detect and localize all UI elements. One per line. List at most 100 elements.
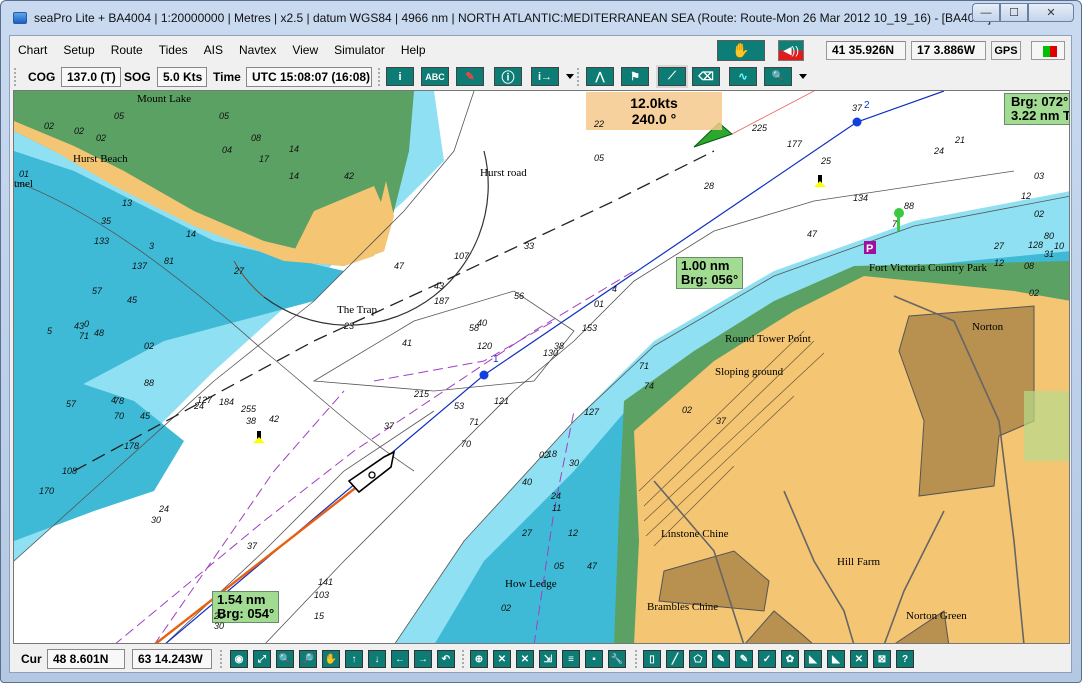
menu-setup[interactable]: Setup bbox=[63, 43, 94, 57]
minimize-button[interactable]: — bbox=[972, 3, 1000, 22]
depth-sounding: 56 bbox=[514, 291, 525, 301]
delete-mark-button[interactable]: ✕ bbox=[493, 650, 511, 668]
dropdown-arrow-icon[interactable] bbox=[566, 74, 574, 79]
toolbar-grip[interactable] bbox=[378, 68, 381, 86]
new-page-button[interactable]: ▯ bbox=[643, 650, 661, 668]
toolbar-grip[interactable] bbox=[220, 650, 223, 668]
abc-text-button[interactable]: ABC bbox=[421, 67, 449, 86]
menu-tides[interactable]: Tides bbox=[159, 43, 188, 57]
polygon-button[interactable]: ⬠ bbox=[689, 650, 707, 668]
pan-hand-button[interactable]: ✋ bbox=[322, 650, 340, 668]
depth-sounding: 22 bbox=[594, 119, 605, 129]
color-palette-icon: ✿ bbox=[785, 653, 795, 665]
eraser-button[interactable]: ⌫ bbox=[692, 67, 720, 86]
cog-label: COG bbox=[28, 70, 56, 84]
profile-export-button[interactable]: ◣ bbox=[827, 650, 845, 668]
gps-button[interactable]: GPS bbox=[991, 41, 1021, 60]
gps-status-green bbox=[1043, 46, 1050, 57]
arrow-down-button[interactable]: ↓ bbox=[368, 650, 386, 668]
depth-sounding: 30 bbox=[214, 621, 225, 631]
line-button[interactable]: ╱ bbox=[666, 650, 684, 668]
depth-sounding: 3 bbox=[149, 241, 155, 251]
polygon-icon: ⬠ bbox=[693, 653, 703, 665]
title-bar[interactable]: seaPro Lite + BA4004 | 1:20000000 | Metr… bbox=[1, 1, 1081, 35]
arrow-left-icon: ← bbox=[395, 653, 405, 665]
route-button[interactable]: ⟋ bbox=[656, 65, 688, 88]
depth-sounding: 88 bbox=[144, 378, 155, 388]
place-label: Norton Green bbox=[906, 610, 967, 622]
pen-button[interactable]: ✎ bbox=[456, 67, 484, 86]
zoom-out-button[interactable]: 🔎 bbox=[299, 650, 317, 668]
hand-pan-button[interactable]: ✋ bbox=[717, 40, 765, 61]
toolbar-grip[interactable] bbox=[14, 68, 17, 86]
depth-sounding: 08 bbox=[1024, 261, 1035, 271]
waypoint-2[interactable] bbox=[852, 117, 862, 127]
place-label: Round Tower Point bbox=[725, 333, 811, 345]
ais-heading: 240.0 ° bbox=[631, 111, 677, 127]
profile-delete-button[interactable]: ✕ bbox=[850, 650, 868, 668]
help-button[interactable]: ? bbox=[896, 650, 914, 668]
flag-button[interactable]: ⚑ bbox=[621, 67, 649, 86]
toolbar-grip[interactable] bbox=[462, 650, 465, 668]
chart-map[interactable]: P 12.0kts 240.0 ° 1.00 nm Brg: 056° 1.54… bbox=[13, 90, 1070, 644]
arrow-up-button[interactable]: ↑ bbox=[345, 650, 363, 668]
info-button[interactable]: i bbox=[386, 67, 414, 86]
green-hatched-area bbox=[1024, 391, 1069, 461]
depth-sounding: 170 bbox=[39, 486, 55, 496]
menu-simulator[interactable]: Simulator bbox=[334, 43, 385, 57]
dividers-button[interactable]: ⋀ bbox=[586, 67, 614, 86]
arrow-left-button[interactable]: ← bbox=[391, 650, 409, 668]
menu-chart[interactable]: Chart bbox=[18, 43, 47, 57]
depth-sounding: 40 bbox=[477, 318, 488, 328]
leg-distance: 1.54 nm bbox=[217, 592, 266, 607]
tide-station-button[interactable]: ≡ bbox=[562, 650, 580, 668]
wave-button[interactable]: ∿ bbox=[729, 67, 757, 86]
center-target-button[interactable]: ⊕ bbox=[470, 650, 488, 668]
depth-sounding: 81 bbox=[164, 256, 175, 266]
globe-button[interactable]: ◉ bbox=[230, 650, 248, 668]
dropdown-arrow-icon[interactable] bbox=[799, 74, 807, 79]
arrow-up-icon: ↑ bbox=[351, 653, 357, 665]
parking-label: P bbox=[866, 243, 873, 255]
ship-position-button[interactable]: ▪ bbox=[585, 650, 603, 668]
toolbar-grip[interactable] bbox=[577, 68, 580, 86]
close-button[interactable]: ✕ bbox=[1028, 3, 1074, 22]
depth-sounding: 24 bbox=[159, 504, 170, 514]
toolbar-grip[interactable] bbox=[635, 650, 638, 668]
draw-line-button[interactable]: ✎ bbox=[712, 650, 730, 668]
menu-help[interactable]: Help bbox=[401, 43, 426, 57]
latitude-readout: 41 35.926N bbox=[826, 41, 906, 60]
depth-sounding: 108 bbox=[62, 466, 78, 476]
wrench-button[interactable]: 🔧 bbox=[608, 650, 626, 668]
depth-sounding: 05 bbox=[114, 111, 125, 121]
depth-sounding: 128 bbox=[1028, 240, 1044, 250]
maximize-button[interactable]: ☐ bbox=[1000, 3, 1028, 22]
own-vessel[interactable] bbox=[347, 450, 396, 494]
zoom-in-button[interactable]: 🔍 bbox=[276, 650, 294, 668]
arrow-right-button[interactable]: → bbox=[414, 650, 432, 668]
depth-sounding: 02 bbox=[501, 603, 512, 613]
profile-button[interactable]: ◣ bbox=[804, 650, 822, 668]
magnifier-button[interactable]: 🔍 bbox=[764, 67, 792, 86]
menu-navtex[interactable]: Navtex bbox=[239, 43, 276, 57]
color-palette-button[interactable]: ✿ bbox=[781, 650, 799, 668]
info-circle-button[interactable]: ⓘ bbox=[494, 67, 522, 86]
clear-all-button[interactable]: ⊠ bbox=[873, 650, 891, 668]
lighthouse-icon bbox=[814, 175, 826, 187]
menu-ais[interactable]: AIS bbox=[204, 43, 223, 57]
info-arrow-button[interactable]: i→ bbox=[531, 67, 559, 86]
undo-view-button[interactable]: ↶ bbox=[437, 650, 455, 668]
measure-button[interactable]: ✕ bbox=[516, 650, 534, 668]
speaker-icon: ◀)) bbox=[783, 45, 799, 57]
audio-alarm-button[interactable]: ◀)) bbox=[778, 40, 804, 61]
fit-extent-button[interactable]: ⤢ bbox=[253, 650, 271, 668]
waypoint-1[interactable] bbox=[479, 370, 489, 380]
draw-check-button[interactable]: ✓ bbox=[758, 650, 776, 668]
depth-sounding: 47 bbox=[807, 229, 818, 239]
depth-sounding: 12 bbox=[994, 258, 1005, 268]
menu-route[interactable]: Route bbox=[111, 43, 143, 57]
undo-view-icon: ↶ bbox=[441, 653, 451, 665]
draw-curve-button[interactable]: ✎ bbox=[735, 650, 753, 668]
ship-arrow-button[interactable]: ⇲ bbox=[539, 650, 557, 668]
menu-view[interactable]: View bbox=[292, 43, 318, 57]
